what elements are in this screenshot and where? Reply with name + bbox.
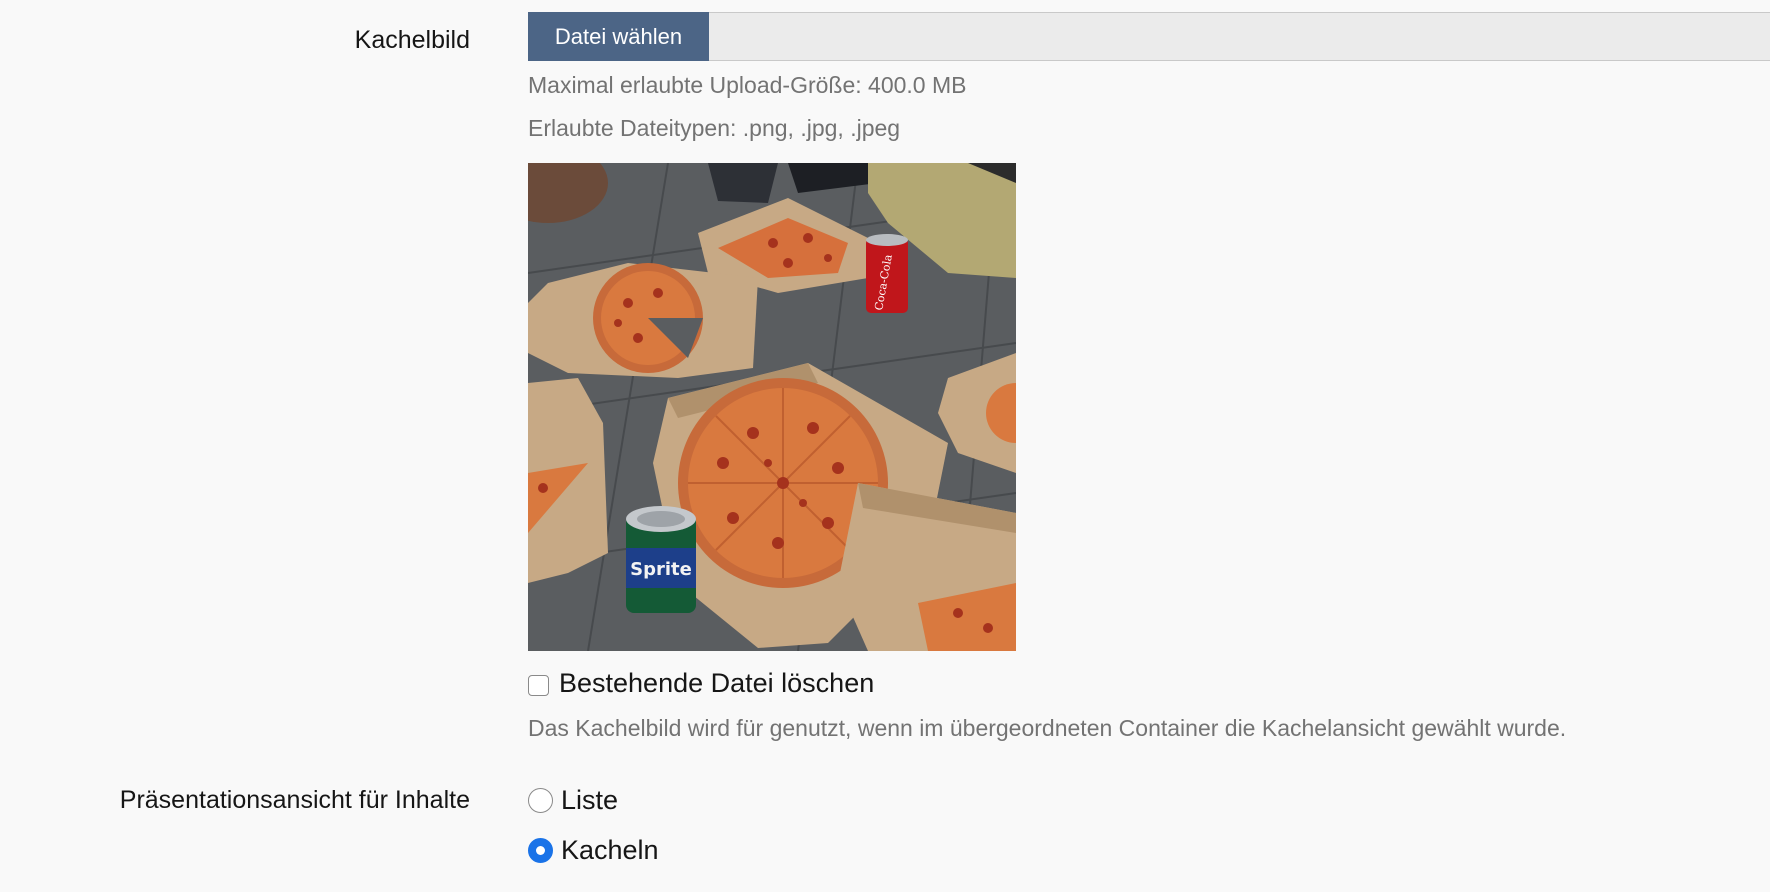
- radio-option-liste[interactable]: Liste: [528, 785, 618, 816]
- tile-image-byline: Das Kachelbild wird für genutzt, wenn im…: [528, 715, 1567, 741]
- allowed-file-types-info: Erlaubte Dateitypen: .png, .jpg, .jpeg: [528, 115, 901, 141]
- delete-existing-row[interactable]: Bestehende Datei löschen: [528, 668, 874, 699]
- choose-file-button[interactable]: Datei wählen: [528, 12, 709, 61]
- radio-label-liste[interactable]: Liste: [561, 785, 618, 816]
- radio-label-kacheln[interactable]: Kacheln: [561, 835, 659, 866]
- tile-image-preview: Coca-Cola Sprite: [528, 163, 1016, 651]
- radio-button-liste[interactable]: [528, 788, 553, 813]
- delete-existing-checkbox[interactable]: [528, 675, 549, 696]
- max-upload-size-info: Maximal erlaubte Upload-Größe: 400.0 MB: [528, 72, 967, 98]
- radio-button-kacheln[interactable]: [528, 838, 553, 863]
- radio-option-kacheln[interactable]: Kacheln: [528, 835, 659, 866]
- repository-settings-form: Kachelbild Datei wählen Maximal erlaubte…: [0, 0, 1770, 892]
- presentation-view-label: Präsentationsansicht für Inhalte: [119, 786, 470, 814]
- tile-image-label: Kachelbild: [354, 26, 470, 54]
- delete-existing-label[interactable]: Bestehende Datei löschen: [559, 668, 874, 699]
- file-input-field[interactable]: [528, 12, 1770, 61]
- sprite-can-label: Sprite: [630, 559, 692, 580]
